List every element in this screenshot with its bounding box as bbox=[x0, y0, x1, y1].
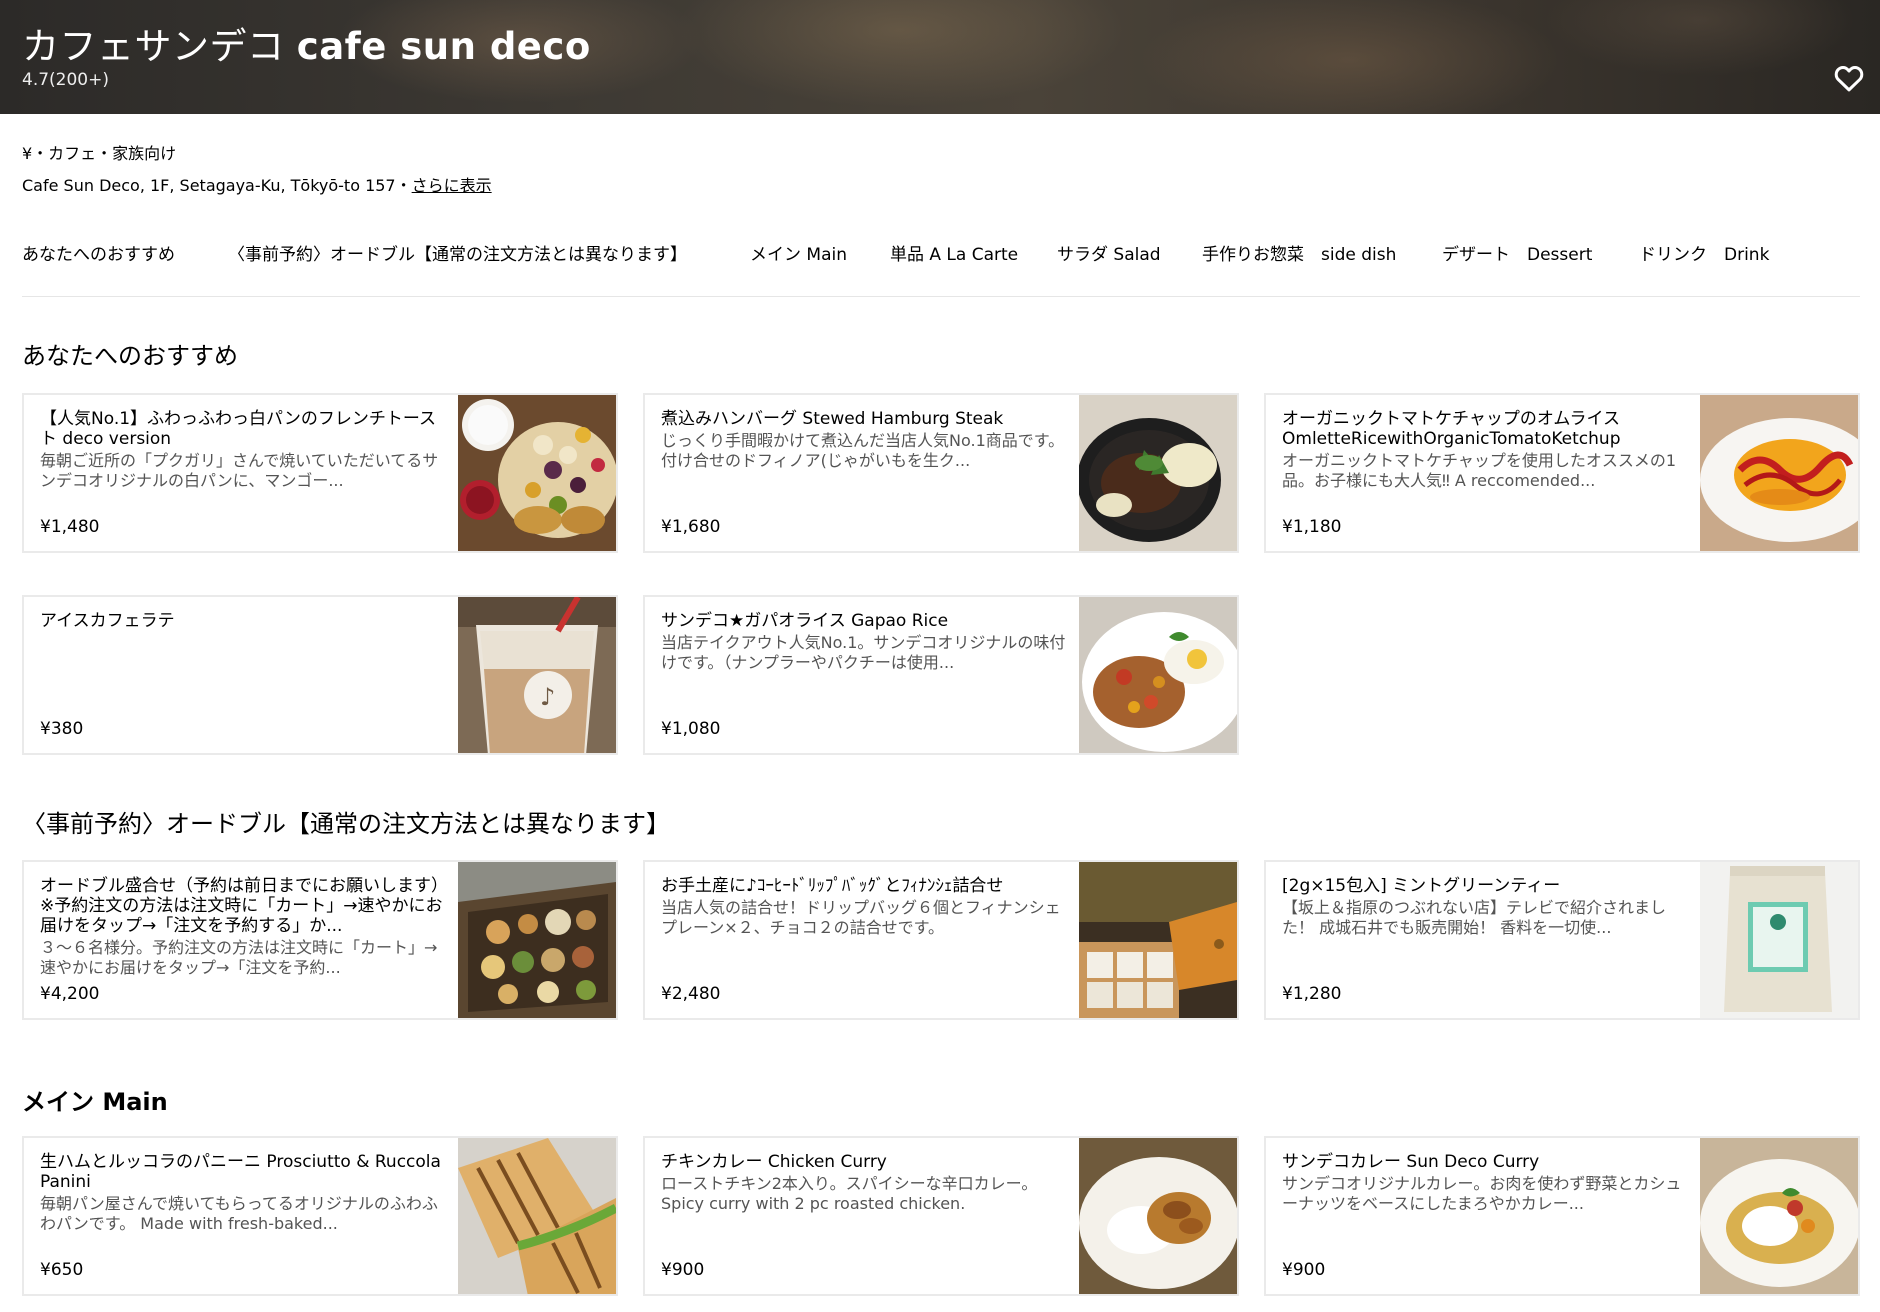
menu-item-name: サンデコ★ガパオライス Gapao Rice bbox=[661, 611, 949, 631]
show-more-link[interactable]: さらに表示 bbox=[412, 176, 492, 195]
menu-item-card[interactable]: サンデコ★ガパオライス Gapao Rice 当店テイクアウト人気No.1。サン… bbox=[643, 595, 1239, 755]
menu-item-card[interactable]: [2g×15包入] ミントグリーンティー 【坂上＆指原のつぶれない店】テレビで紹… bbox=[1264, 860, 1860, 1020]
store-rating: 4.7(200+) bbox=[22, 70, 109, 90]
menu-item-photo bbox=[1079, 862, 1237, 1018]
menu-item-name: サンデコカレー Sun Deco Curry bbox=[1282, 1152, 1540, 1172]
tab-drink[interactable]: ドリンク Drink bbox=[1639, 240, 1769, 265]
menu-item-text: 生ハムとルッコラのパニーニ Prosciutto & Ruccola Panin… bbox=[40, 1152, 446, 1282]
menu-item-price: ¥1,080 bbox=[661, 719, 721, 739]
store-title: カフェサンデコ cafe sun deco bbox=[22, 16, 591, 70]
tab-recommended[interactable]: あなたへのおすすめ bbox=[22, 240, 175, 265]
menu-item-text: お手土産に♪ｺｰﾋｰﾄﾞﾘｯﾌﾟﾊﾞｯｸﾞとﾌｨﾅﾝｼｪ詰合せ 当店人気の詰合せ… bbox=[661, 876, 1067, 1006]
menu-item-photo bbox=[1079, 395, 1237, 551]
menu-item-name: チキンカレー Chicken Curry bbox=[661, 1152, 887, 1172]
category-tabs: あなたへのおすすめ 〈事前予約〉オードブル【通常の注文方法とは異なります】 メイ… bbox=[0, 240, 1880, 276]
menu-item-photo bbox=[458, 862, 616, 1018]
menu-item-text: [2g×15包入] ミントグリーンティー 【坂上＆指原のつぶれない店】テレビで紹… bbox=[1282, 876, 1688, 1006]
menu-item-desc: ３〜６名様分。予約注文の方法は注文時に「カート」→速やかにお届けをタップ→「注文… bbox=[40, 938, 438, 977]
menu-item-photo bbox=[1079, 597, 1237, 753]
menu-item-desc: ローストチキン2本入り。スパイシーな辛口カレー。 Spicy curry wit… bbox=[661, 1174, 1038, 1213]
menu-item-desc: 毎朝パン屋さんで焼いてもらってるオリジナルのふわふわパンです。 Made wit… bbox=[40, 1194, 438, 1233]
menu-item-card[interactable]: オーガニックトマトケチャップのオムライス OmletteRicewithOrga… bbox=[1264, 393, 1860, 553]
menu-item-card[interactable]: アイスカフェラテ ¥380 ♪ bbox=[22, 595, 618, 755]
section-title-main: メイン Main bbox=[22, 1088, 168, 1116]
tabs-divider bbox=[22, 296, 1860, 297]
menu-item-desc: 当店人気の詰合せ！ドリップバッグ６個とフィナンシェプレーン×２、チョコ２の詰合せ… bbox=[661, 898, 1061, 937]
menu-item-name: 【人気No.1】ふわっふわっ白パンのフレンチトースト deco version bbox=[40, 409, 437, 449]
menu-item-price: ¥900 bbox=[661, 1260, 705, 1280]
menu-item-price: ¥1,680 bbox=[661, 517, 721, 537]
menu-item-text: サンデコカレー Sun Deco Curry サンデコオリジナルカレー。お肉を使… bbox=[1282, 1152, 1688, 1282]
favorite-button[interactable] bbox=[1834, 64, 1864, 92]
section-title-preorder: 〈事前予約〉オードブル【通常の注文方法とは異なります】 bbox=[22, 810, 670, 838]
menu-item-photo bbox=[1700, 1138, 1858, 1294]
menu-item-name: [2g×15包入] ミントグリーンティー bbox=[1282, 876, 1561, 896]
menu-item-card[interactable]: 生ハムとルッコラのパニーニ Prosciutto & Ruccola Panin… bbox=[22, 1136, 618, 1296]
tab-salad[interactable]: サラダ Salad bbox=[1057, 240, 1161, 265]
menu-item-photo bbox=[458, 1138, 616, 1294]
menu-item-photo: ♪ bbox=[458, 597, 616, 753]
menu-item-price: ¥4,200 bbox=[40, 984, 100, 1004]
menu-item-name: 煮込みハンバーグ Stewed Hamburg Steak bbox=[661, 409, 1004, 429]
store-address: Cafe Sun Deco, 1F, Setagaya-Ku, Tōkyō-to… bbox=[22, 172, 492, 196]
store-categories: ¥・カフェ・家族向け bbox=[22, 144, 177, 163]
menu-item-card[interactable]: オードブル盛合せ（予約は前日までにお願いします）※予約注文の方法は注文時に「カー… bbox=[22, 860, 618, 1020]
section-title-recommended: あなたへのおすすめ bbox=[22, 342, 238, 370]
menu-item-card[interactable]: お手土産に♪ｺｰﾋｰﾄﾞﾘｯﾌﾟﾊﾞｯｸﾞとﾌｨﾅﾝｼｪ詰合せ 当店人気の詰合せ… bbox=[643, 860, 1239, 1020]
menu-item-desc: サンデコオリジナルカレー。お肉を使わず野菜とカシューナッツをベースにしたまろやか… bbox=[1282, 1174, 1682, 1213]
menu-item-price: ¥2,480 bbox=[661, 984, 721, 1004]
menu-item-name: オードブル盛合せ（予約は前日までにお願いします）※予約注文の方法は注文時に「カー… bbox=[40, 876, 443, 936]
menu-item-desc: オーガニックトマトケチャップを使用したオススメの1品。お子様にも大人気‼ A r… bbox=[1282, 451, 1677, 490]
menu-item-name: アイスカフェラテ bbox=[40, 611, 175, 631]
store-title-ja: カフェサンデコ bbox=[22, 25, 285, 68]
tab-side-dish[interactable]: 手作りお惣菜 side dish bbox=[1202, 240, 1396, 265]
menu-item-card[interactable]: 【人気No.1】ふわっふわっ白パンのフレンチトースト deco version … bbox=[22, 393, 618, 553]
menu-item-card[interactable]: サンデコカレー Sun Deco Curry サンデコオリジナルカレー。お肉を使… bbox=[1264, 1136, 1860, 1296]
menu-item-price: ¥1,180 bbox=[1282, 517, 1342, 537]
menu-item-name: オーガニックトマトケチャップのオムライス OmletteRicewithOrga… bbox=[1282, 409, 1621, 449]
menu-item-desc: じっくり手間暇かけて煮込んだ当店人気No.1商品です。 付け合せのドフィノア(じ… bbox=[661, 431, 1065, 470]
menu-item-price: ¥900 bbox=[1282, 1260, 1326, 1280]
menu-item-photo bbox=[1700, 395, 1858, 551]
tab-preorder-hors-doeuvre[interactable]: 〈事前予約〉オードブル【通常の注文方法とは異なります】 bbox=[228, 240, 687, 265]
tab-a-la-carte[interactable]: 単品 A La Carte bbox=[890, 240, 1018, 265]
menu-item-text: オーガニックトマトケチャップのオムライス OmletteRicewithOrga… bbox=[1282, 409, 1688, 539]
menu-item-price: ¥1,280 bbox=[1282, 984, 1342, 1004]
store-hero-banner: カフェサンデコ cafe sun deco 4.7(200+) bbox=[0, 0, 1880, 114]
heart-icon bbox=[1834, 65, 1864, 92]
menu-item-text: アイスカフェラテ bbox=[40, 611, 446, 741]
menu-item-text: 煮込みハンバーグ Stewed Hamburg Steak じっくり手間暇かけて… bbox=[661, 409, 1067, 539]
menu-item-price: ¥650 bbox=[40, 1260, 84, 1280]
tab-main[interactable]: メイン Main bbox=[750, 240, 847, 265]
menu-item-desc: 当店テイクアウト人気No.1。サンデコオリジナルの味付けです。（ナンプラーやパク… bbox=[661, 633, 1066, 672]
menu-item-desc: 【坂上＆指原のつぶれない店】テレビで紹介されました！ 成城石井でも販売開始！ 香… bbox=[1282, 898, 1667, 937]
store-address-text: Cafe Sun Deco, 1F, Setagaya-Ku, Tōkyō-to… bbox=[22, 176, 412, 195]
menu-item-card[interactable]: チキンカレー Chicken Curry ローストチキン2本入り。スパイシーな辛… bbox=[643, 1136, 1239, 1296]
svg-text:♪: ♪ bbox=[540, 683, 555, 711]
menu-item-text: オードブル盛合せ（予約は前日までにお願いします）※予約注文の方法は注文時に「カー… bbox=[40, 876, 446, 1006]
menu-item-price: ¥380 bbox=[40, 719, 84, 739]
menu-item-card[interactable]: 煮込みハンバーグ Stewed Hamburg Steak じっくり手間暇かけて… bbox=[643, 393, 1239, 553]
menu-item-text: 【人気No.1】ふわっふわっ白パンのフレンチトースト deco version … bbox=[40, 409, 446, 539]
menu-item-text: チキンカレー Chicken Curry ローストチキン2本入り。スパイシーな辛… bbox=[661, 1152, 1067, 1282]
menu-item-text: サンデコ★ガパオライス Gapao Rice 当店テイクアウト人気No.1。サン… bbox=[661, 611, 1067, 741]
store-title-en: cafe sun deco bbox=[296, 25, 591, 68]
menu-item-photo bbox=[458, 395, 616, 551]
tab-dessert[interactable]: デザート Dessert bbox=[1442, 240, 1592, 265]
menu-item-name: 生ハムとルッコラのパニーニ Prosciutto & Ruccola Panin… bbox=[40, 1152, 441, 1192]
menu-item-desc: 毎朝ご近所の「プクガリ」さんで焼いていただいてるサンデコオリジナルの白パンに、マ… bbox=[40, 451, 439, 490]
menu-item-name: お手土産に♪ｺｰﾋｰﾄﾞﾘｯﾌﾟﾊﾞｯｸﾞとﾌｨﾅﾝｼｪ詰合せ bbox=[661, 876, 1004, 896]
menu-item-price: ¥1,480 bbox=[40, 517, 100, 537]
menu-item-photo bbox=[1079, 1138, 1237, 1294]
menu-item-photo bbox=[1700, 862, 1858, 1018]
